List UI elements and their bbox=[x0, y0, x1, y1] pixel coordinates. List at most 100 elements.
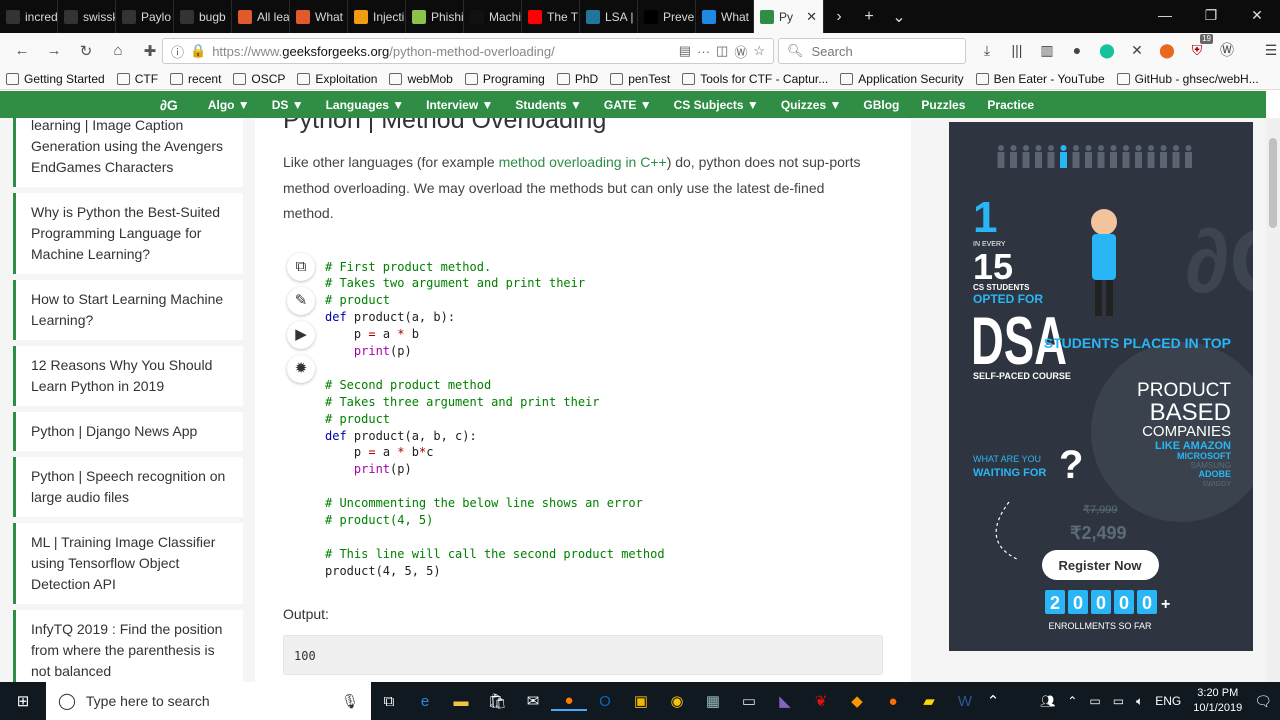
people-icon[interactable]: 👥︎ bbox=[1040, 694, 1055, 708]
menu-icon[interactable]: ☰ bbox=[1259, 38, 1280, 62]
browser-tab[interactable]: Py ✕ bbox=[754, 0, 824, 33]
browser-tab[interactable]: All lea bbox=[232, 0, 290, 33]
more-actions-icon[interactable]: ··· bbox=[697, 44, 710, 59]
info-icon[interactable]: ⓘ bbox=[171, 42, 184, 61]
bookmark-item[interactable]: recent bbox=[170, 72, 221, 86]
bookmark-item[interactable]: Tools for CTF - Captur... bbox=[682, 72, 828, 86]
notifications-icon[interactable]: 🗨︎ bbox=[1254, 693, 1272, 710]
home-icon[interactable]: ⌂ bbox=[104, 42, 132, 59]
network-icon[interactable]: ▭ bbox=[1089, 694, 1100, 708]
register-now-button[interactable]: Register Now bbox=[1058, 558, 1142, 573]
bookmark-item[interactable]: Ben Eater - YouTube bbox=[975, 72, 1105, 86]
related-article-link[interactable]: ML | Training Image Classifier using Ten… bbox=[13, 523, 243, 604]
bookmark-item[interactable]: OSCP bbox=[233, 72, 285, 86]
site-nav-item[interactable]: Interview ▼ bbox=[426, 98, 493, 112]
language-indicator[interactable]: ENG bbox=[1155, 694, 1181, 708]
ublock-icon[interactable]: ⛨ 19 bbox=[1185, 34, 1213, 62]
tray-overflow-icon[interactable]: ⌃ bbox=[1067, 694, 1077, 708]
browser-tab[interactable]: Machi bbox=[464, 0, 522, 33]
forward-icon[interactable]: → bbox=[40, 42, 68, 59]
browser-tab[interactable]: Phishi bbox=[406, 0, 464, 33]
related-article-link[interactable]: 12 Reasons Why You Should Learn Python i… bbox=[13, 346, 243, 406]
browser-tab[interactable]: LSA | bbox=[580, 0, 638, 33]
close-icon[interactable]: ✕ bbox=[1234, 0, 1280, 33]
related-article-link[interactable]: InfyTQ 2019 : Find the position from whe… bbox=[13, 610, 243, 682]
browser-tab[interactable]: Preve bbox=[638, 0, 696, 33]
browser-tab[interactable]: swissk bbox=[58, 0, 116, 33]
download-icon[interactable]: ⤓ bbox=[975, 38, 999, 62]
site-nav-item[interactable]: Quizzes ▼ bbox=[781, 98, 842, 112]
page-scrollbar[interactable] bbox=[1266, 118, 1280, 682]
browser-tab[interactable]: What bbox=[290, 0, 348, 33]
bookmark-item[interactable]: Programing bbox=[464, 72, 545, 86]
bookmark-item[interactable]: Getting Started bbox=[6, 72, 105, 86]
firefox-icon[interactable]: ● bbox=[551, 692, 587, 711]
site-nav-item[interactable]: GATE ▼ bbox=[604, 98, 652, 112]
bookmark-item[interactable]: webMob bbox=[389, 72, 453, 86]
maximize-icon[interactable]: ❐ bbox=[1188, 0, 1234, 33]
task-view-icon[interactable]: ⧉ bbox=[371, 693, 407, 710]
grammarly-icon[interactable]: ⬤ bbox=[1095, 38, 1119, 62]
back-icon[interactable]: ← bbox=[8, 42, 36, 59]
sublime-icon[interactable]: ◆ bbox=[839, 692, 875, 710]
reader-view-icon[interactable]: ▤ bbox=[679, 43, 691, 59]
site-nav-item[interactable]: Practice bbox=[987, 98, 1034, 112]
wappalyzer-icon[interactable]: Ⓦ bbox=[1215, 38, 1239, 62]
dsa-course-ad[interactable]: ∂G 1 IN EVERY 15 CS STUDENTS OPTED FOR D… bbox=[949, 122, 1253, 651]
edge-icon[interactable]: e bbox=[407, 693, 443, 710]
word-icon[interactable]: W bbox=[947, 693, 983, 710]
taskbar-search[interactable]: ◯ Type here to search 🎙︎ bbox=[46, 682, 371, 720]
visual-studio-icon[interactable]: ◣ bbox=[767, 692, 803, 710]
related-article-link[interactable]: Why is Python the Best-Suited Programmin… bbox=[13, 193, 243, 274]
related-article-link[interactable]: Python | Speech recognition on large aud… bbox=[13, 457, 243, 517]
cherry-icon[interactable]: ❦ bbox=[803, 692, 839, 710]
site-nav-item[interactable]: Algo ▼ bbox=[208, 98, 250, 112]
theme-toggle-icon[interactable]: ✹ bbox=[287, 354, 315, 383]
bookmark-item[interactable]: GitHub - ghsec/webH... bbox=[1116, 72, 1259, 86]
site-nav-item[interactable]: CS Subjects ▼ bbox=[674, 98, 759, 112]
remote-icon[interactable]: ▣ bbox=[623, 692, 659, 710]
copy-icon[interactable]: ⧉ bbox=[287, 252, 315, 281]
new-tab-icon[interactable]: + bbox=[854, 8, 884, 26]
file-explorer-icon[interactable]: ▬ bbox=[443, 693, 479, 710]
related-article-link[interactable]: Python | Django News App bbox=[13, 412, 243, 451]
bookmark-item[interactable]: penTest bbox=[610, 72, 670, 86]
site-nav-item[interactable]: Students ▼ bbox=[515, 98, 582, 112]
photos-icon[interactable]: ▭ bbox=[731, 692, 767, 710]
reload-icon[interactable]: ↻ bbox=[72, 42, 100, 60]
x-extension-icon[interactable]: ✕ bbox=[1125, 38, 1149, 62]
sticky-notes-icon[interactable]: ▰ bbox=[911, 692, 947, 710]
burp-suite-icon[interactable]: ● bbox=[875, 693, 911, 710]
pocket-icon[interactable]: ◫ bbox=[716, 43, 728, 59]
intro-link[interactable]: method overloading in C++ bbox=[499, 154, 667, 170]
browser-tab[interactable]: The T bbox=[522, 0, 580, 33]
mail-icon[interactable]: ✉ bbox=[515, 692, 551, 710]
bookmark-item[interactable]: Exploitation bbox=[297, 72, 377, 86]
library-icon[interactable]: ||| bbox=[1005, 38, 1029, 62]
store-icon[interactable]: 🛍︎ bbox=[479, 692, 515, 710]
scroll-thumb[interactable] bbox=[1269, 138, 1277, 228]
bookmark-star-icon[interactable]: ☆ bbox=[753, 43, 765, 59]
related-article-link[interactable]: learning | Image Caption Generation usin… bbox=[13, 118, 243, 187]
bookmark-item[interactable]: Application Security bbox=[840, 72, 964, 86]
tab-list-icon[interactable]: ⌄ bbox=[884, 7, 914, 27]
search-input[interactable]: 🔍︎ Search bbox=[778, 38, 966, 64]
taskbar-expand-icon[interactable]: ⌃ bbox=[983, 692, 1003, 710]
edit-icon[interactable]: ✎ bbox=[287, 286, 315, 315]
vm-icon[interactable]: ▦ bbox=[695, 692, 731, 710]
site-nav-item[interactable]: Puzzles bbox=[921, 98, 965, 112]
browser-tab[interactable]: bugb bbox=[174, 0, 232, 33]
clock[interactable]: 3:20 PM 10/1/2019 bbox=[1193, 686, 1242, 716]
windows-start-icon[interactable]: ⊞ bbox=[0, 692, 46, 710]
site-logo[interactable]: ∂G bbox=[160, 97, 178, 113]
site-nav-item[interactable]: DS ▼ bbox=[272, 98, 304, 112]
chrome-icon[interactable]: ◉ bbox=[659, 692, 695, 710]
sidebar-icon[interactable]: ▥ bbox=[1035, 38, 1059, 62]
url-bar[interactable]: ⓘ 🔒 https://www.geeksforgeeks.org/python… bbox=[162, 38, 774, 64]
minimize-icon[interactable]: — bbox=[1142, 0, 1188, 33]
browser-tab[interactable]: What bbox=[696, 0, 754, 33]
battery-icon[interactable]: ▭ bbox=[1113, 694, 1124, 708]
bookmark-item[interactable]: CTF bbox=[116, 72, 158, 86]
microphone-icon[interactable]: 🎙︎ bbox=[341, 693, 359, 710]
extension-icon[interactable]: ✚ bbox=[136, 42, 164, 60]
